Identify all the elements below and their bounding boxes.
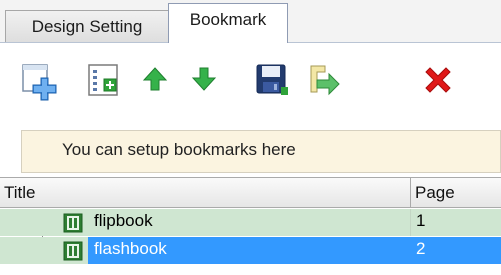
delete-button[interactable] bbox=[422, 64, 454, 96]
table-row[interactable]: flashbook 2 bbox=[0, 237, 501, 264]
bookmark-page: 1 bbox=[416, 211, 426, 230]
move-down-icon bbox=[191, 67, 217, 91]
bookmark-table: Title Page flipbook 1 flashbook 2 bbox=[0, 177, 501, 275]
column-header-title[interactable]: Title bbox=[4, 178, 36, 207]
add-child-bookmark-button[interactable] bbox=[86, 62, 122, 98]
bookmark-title: flipbook bbox=[94, 211, 153, 230]
add-bookmark-icon bbox=[22, 64, 57, 101]
add-child-bookmark-icon bbox=[88, 64, 118, 96]
move-up-button[interactable] bbox=[141, 65, 169, 93]
info-bar: You can setup bookmarks here bbox=[21, 130, 501, 173]
delete-icon bbox=[425, 67, 451, 93]
table-header: Title Page bbox=[0, 177, 501, 208]
tab-bookmark[interactable]: Bookmark bbox=[168, 3, 288, 44]
bookmark-node-icon bbox=[62, 240, 84, 262]
bookmark-node-icon bbox=[62, 212, 84, 234]
bookmark-page: 2 bbox=[416, 239, 426, 258]
move-down-button[interactable] bbox=[190, 65, 218, 93]
column-header-page[interactable]: Page bbox=[415, 178, 455, 207]
move-up-icon bbox=[142, 67, 168, 91]
save-icon bbox=[256, 64, 288, 95]
tab-strip: Design Setting Bookmark bbox=[0, 0, 501, 44]
info-text: You can setup bookmarks here bbox=[62, 140, 296, 159]
import-button[interactable] bbox=[305, 62, 343, 98]
import-icon bbox=[310, 65, 340, 96]
table-row[interactable]: flipbook 1 bbox=[0, 209, 501, 236]
bookmark-title: flashbook bbox=[94, 239, 167, 258]
bookmark-toolbar bbox=[0, 43, 501, 130]
cell-separator bbox=[410, 209, 411, 236]
add-bookmark-button[interactable] bbox=[20, 62, 60, 102]
tab-design-setting[interactable]: Design Setting bbox=[5, 10, 169, 42]
column-separator[interactable] bbox=[410, 178, 411, 207]
save-button[interactable] bbox=[254, 62, 290, 98]
